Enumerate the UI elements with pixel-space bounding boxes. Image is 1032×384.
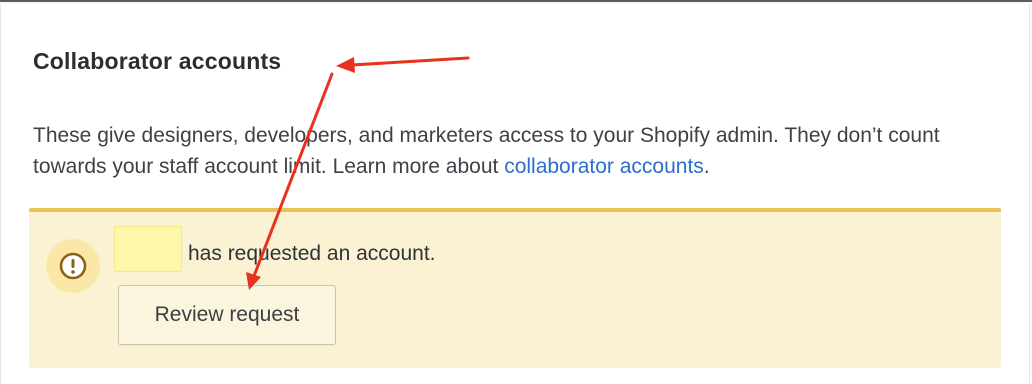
section-description: These give designers, developers, and ma… xyxy=(33,120,973,182)
redacted-requester-name xyxy=(114,226,182,272)
warning-icon-ring xyxy=(46,239,100,293)
window-frame: Collaborator accounts These give designe… xyxy=(0,0,1032,384)
section-title: Collaborator accounts xyxy=(33,48,282,74)
description-end: . xyxy=(703,155,710,178)
description-text: These give designers, developers, and ma… xyxy=(33,124,940,178)
collaborator-accounts-card: Collaborator accounts These give designe… xyxy=(0,4,1030,384)
request-banner: has requested an account. Review request xyxy=(29,208,1001,368)
review-request-button[interactable]: Review request xyxy=(118,285,336,345)
warning-icon xyxy=(59,252,87,280)
collaborator-accounts-link[interactable]: collaborator accounts xyxy=(504,155,704,178)
request-message: has requested an account. xyxy=(188,242,436,265)
